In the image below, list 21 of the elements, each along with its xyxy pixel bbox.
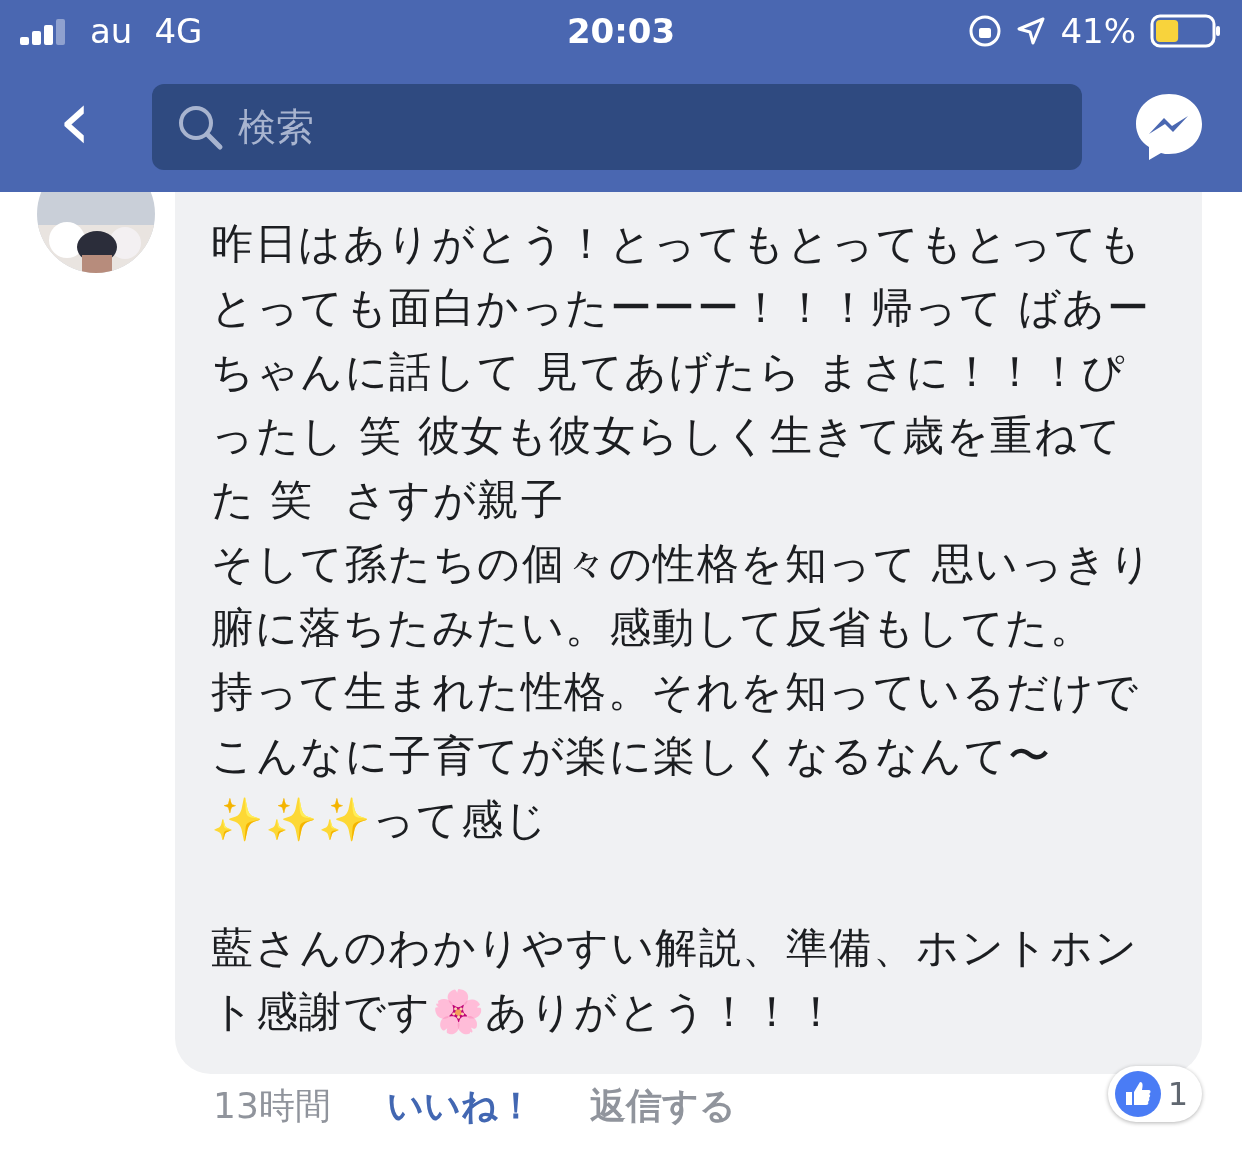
carrier-label: au xyxy=(90,11,133,51)
reaction-count: 1 xyxy=(1167,1075,1188,1113)
battery-icon xyxy=(1150,14,1222,48)
location-arrow-icon xyxy=(1016,16,1047,46)
back-button[interactable]: ‹ xyxy=(48,78,102,176)
comment-paragraph: 藍さんのわかりやすい解説、準備、ホントホント感謝です🌸ありがとう！！！ xyxy=(211,922,1140,1038)
signal-icon xyxy=(20,17,68,45)
reply-link[interactable]: 返信する xyxy=(589,1082,736,1131)
comment-paragraph: ✨✨✨って感じ xyxy=(211,794,550,846)
clock-time: 20:03 xyxy=(566,11,676,51)
comment-paragraph: 昨日はありがとう！とってもとってもとってもとっても面白かったーーー！！！帰って ばあーちゃんに話して 見てあげたら まさに！！！ぴったし 笑 彼女も彼女らしく生きて歳を重ねてた 笑 さすが親子 xyxy=(211,218,1152,526)
reaction-badge[interactable]: 1 xyxy=(1107,1066,1202,1122)
comment-paragraph: 持って生まれた性格。それを知っているだけでこんなに子育てが楽に楽しくなるなんて〜 xyxy=(211,666,1141,782)
battery-percent: 41% xyxy=(1060,11,1136,51)
search-field[interactable]: 検索 xyxy=(151,84,1082,170)
comment-time: 13時間 xyxy=(213,1084,331,1128)
comment-paragraph: そして孫たちの個々の性格を知って 思いっきり腑に落ちたみたい。感動して反省もしてた。 xyxy=(211,538,1155,654)
like-link[interactable]: いいね！ xyxy=(386,1082,534,1131)
network-label: 4G xyxy=(154,11,203,51)
rotation-lock-icon xyxy=(968,14,1003,48)
thumbs-up-icon xyxy=(1113,1070,1162,1118)
